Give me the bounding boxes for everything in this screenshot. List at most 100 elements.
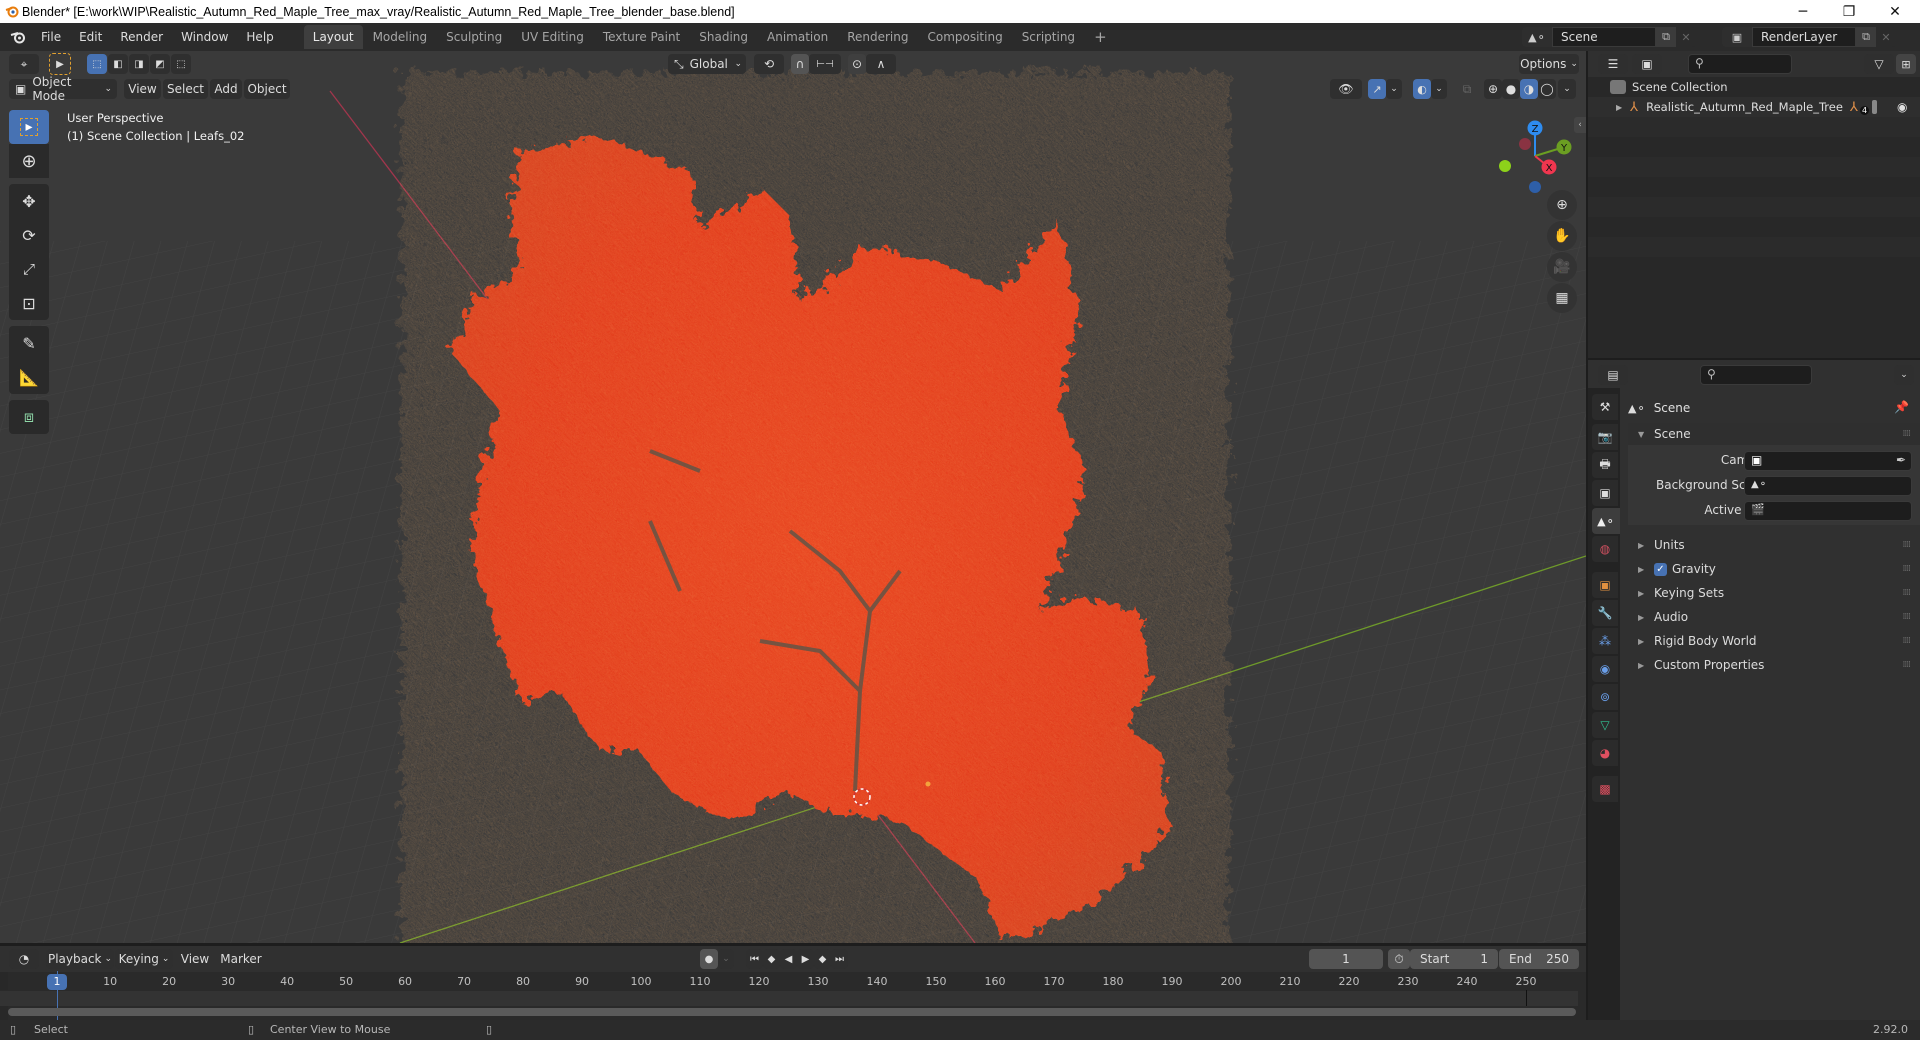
panel-audio[interactable]: ▶ Audio ⁞⁞⁞⁞	[1628, 606, 1920, 628]
zoom-view-button[interactable]: ⊕	[1547, 190, 1577, 220]
gravity-checkbox[interactable]: ✓	[1654, 562, 1667, 576]
xray-toggle[interactable]: ⧉	[1458, 79, 1476, 99]
options-dropdown[interactable]: Options ⌄	[1519, 54, 1579, 74]
scene-name-field[interactable]: Scene	[1552, 27, 1656, 47]
drag-grip-icon[interactable]: ⁞⁞⁞⁞	[1903, 588, 1912, 598]
outliner-search-input[interactable]: ⚲	[1688, 54, 1792, 74]
proportional-edit-toggle[interactable]: ⊙	[848, 54, 866, 74]
gizmo-neg-y[interactable]	[1499, 160, 1511, 172]
transform-orientation-dropdown[interactable]: ⤡ Global ⌄	[668, 54, 746, 74]
tool-annotate[interactable]: ✎	[9, 326, 49, 360]
select-mode-intersect[interactable]: ⬚	[171, 54, 191, 74]
background-scene-field[interactable]: ▲⚬	[1744, 476, 1912, 496]
outliner-row-scene-collection[interactable]: Scene Collection	[1588, 77, 1920, 97]
playhead[interactable]: 1	[47, 974, 67, 990]
auto-keying-toggle[interactable]: ●	[700, 949, 718, 969]
end-frame-field[interactable]: End 250	[1499, 949, 1579, 969]
tab-texture[interactable]: ▩	[1592, 776, 1618, 802]
menu-render[interactable]: Render	[111, 25, 172, 49]
pin-icon[interactable]: 📌	[1894, 400, 1909, 414]
close-button[interactable]: ✕	[1872, 0, 1918, 23]
blender-menu-icon[interactable]	[10, 30, 26, 44]
tab-rendering[interactable]: Rendering	[838, 25, 917, 49]
timeline-menu-marker[interactable]: Marker	[218, 949, 264, 969]
tab-particles[interactable]: ⁂	[1592, 628, 1618, 654]
3d-viewport[interactable]: ⌖ ▶ ⬚ ◧ ◨ ◩ ⬚ ⤡ Global ⌄ ⟲ ∩ ⊢⊣ ⊙ ∧ Option…	[0, 51, 1586, 943]
gizmo-dropdown[interactable]: ⌄	[1386, 79, 1402, 99]
preview-range-toggle[interactable]: ⏱	[1388, 949, 1410, 969]
camera-view-button[interactable]: 🎥	[1547, 252, 1577, 282]
tab-scene[interactable]: ▲⚬	[1592, 508, 1620, 534]
tab-constraints[interactable]: ⊚	[1592, 684, 1618, 710]
snap-toggle[interactable]: ∩	[791, 54, 809, 74]
shading-wireframe[interactable]: ⊕	[1484, 79, 1502, 99]
tool-transform[interactable]: ⊡	[9, 286, 49, 320]
outliner-editor-type[interactable]: ☰	[1598, 54, 1628, 74]
tool-measure[interactable]: 📐	[9, 360, 49, 394]
tab-animation[interactable]: Animation	[758, 25, 837, 49]
viewport-menu-view[interactable]: View	[124, 79, 161, 99]
panel-custom-properties[interactable]: ▶ Custom Properties ⁞⁞⁞⁞	[1628, 654, 1920, 676]
panel-units[interactable]: ▶ Units ⁞⁞⁞⁞	[1628, 534, 1920, 556]
visibility-dropdown[interactable]: 👁	[1330, 79, 1362, 99]
tab-physics[interactable]: ◉	[1592, 656, 1618, 682]
select-mode-new[interactable]: ⬚	[87, 54, 107, 74]
next-keyframe-button[interactable]: ◆	[814, 949, 831, 969]
display-mode-dropdown[interactable]: ▣	[1632, 54, 1662, 74]
tab-object-data[interactable]: ▽	[1592, 712, 1618, 738]
gizmo-neg-x[interactable]	[1519, 138, 1531, 150]
shading-solid[interactable]: ●	[1502, 79, 1520, 99]
editor-type-button[interactable]: ⌖	[9, 54, 39, 74]
gizmo-neg-z[interactable]	[1529, 181, 1541, 193]
expand-arrow-icon[interactable]: ▶	[1616, 103, 1622, 112]
drag-grip-icon[interactable]: ⁞⁞⁞⁞	[1903, 612, 1912, 622]
tab-render[interactable]: 📷	[1592, 424, 1618, 450]
ortho-toggle-button[interactable]: ▦	[1547, 283, 1577, 313]
panel-gravity[interactable]: ▶ ✓ Gravity ⁞⁞⁞⁞	[1628, 558, 1920, 580]
select-mode-extend[interactable]: ◧	[108, 54, 128, 74]
tab-uv-editing[interactable]: UV Editing	[512, 25, 593, 49]
tool-cursor[interactable]: ⊕	[9, 144, 49, 178]
playback-dropdown[interactable]: Playback ⌄	[46, 949, 114, 969]
new-viewlayer-button[interactable]: ⧉	[1856, 27, 1876, 47]
tab-texture-paint[interactable]: Texture Paint	[594, 25, 689, 49]
outliner-row-tree[interactable]: ▶ ⅄ Realistic_Autumn_Red_Maple_Tree ⅄ 4 …	[1588, 97, 1920, 117]
menu-window[interactable]: Window	[172, 25, 237, 49]
tab-world[interactable]: ◍	[1592, 536, 1618, 562]
viewport-menu-select[interactable]: Select	[163, 79, 208, 99]
drag-grip-icon[interactable]: ⁞⁞⁞⁞	[1903, 564, 1912, 574]
properties-search-input[interactable]: ⚲	[1700, 365, 1812, 385]
sidebar-toggle[interactable]: ‹	[1574, 117, 1586, 133]
new-scene-button[interactable]: ⧉	[1656, 27, 1676, 47]
start-frame-field[interactable]: Start 1	[1410, 949, 1498, 969]
proportional-falloff-dropdown[interactable]: ∧	[866, 54, 896, 74]
jump-end-button[interactable]: ⏭	[831, 949, 848, 969]
tab-material[interactable]: ◕	[1592, 740, 1618, 766]
scene-browse-button[interactable]: ▲⚬	[1522, 27, 1552, 47]
pivot-point-dropdown[interactable]: ⟲	[754, 54, 784, 74]
timeline-editor-type[interactable]: ◔	[9, 949, 39, 969]
delete-scene-button[interactable]: ✕	[1676, 27, 1696, 47]
keying-dropdown[interactable]: Keying ⌄	[115, 949, 173, 969]
snap-target-dropdown[interactable]: ⊢⊣	[809, 54, 841, 74]
tab-modifiers[interactable]: 🔧	[1592, 600, 1618, 626]
viewport-menu-add[interactable]: Add	[210, 79, 242, 99]
tab-modeling[interactable]: Modeling	[364, 25, 437, 49]
tab-sculpting[interactable]: Sculpting	[437, 25, 511, 49]
auto-keying-dropdown[interactable]: ⌄	[718, 949, 734, 969]
timeline-scrollbar[interactable]	[8, 1008, 1576, 1016]
filter-dropdown[interactable]: ▽	[1864, 54, 1894, 74]
tab-shading[interactable]: Shading	[690, 25, 757, 49]
minimize-button[interactable]: ─	[1780, 0, 1826, 23]
play-reverse-button[interactable]: ◀	[780, 949, 797, 969]
active-clip-field[interactable]: 🎬	[1744, 501, 1912, 521]
mode-dropdown[interactable]: ▣ Object Mode ⌄	[9, 75, 117, 103]
tool-add-cube[interactable]: ⧈	[9, 400, 49, 434]
tab-layout[interactable]: Layout	[303, 25, 363, 49]
panel-keying-sets[interactable]: ▶ Keying Sets ⁞⁞⁞⁞	[1628, 582, 1920, 604]
tab-scripting[interactable]: Scripting	[1013, 25, 1084, 49]
properties-editor-type[interactable]: ▤	[1598, 365, 1628, 385]
overlays-toggle[interactable]: ◐	[1413, 79, 1431, 99]
tab-tool[interactable]: ⚒	[1592, 394, 1618, 420]
tool-rotate[interactable]: ⟳	[9, 218, 49, 252]
